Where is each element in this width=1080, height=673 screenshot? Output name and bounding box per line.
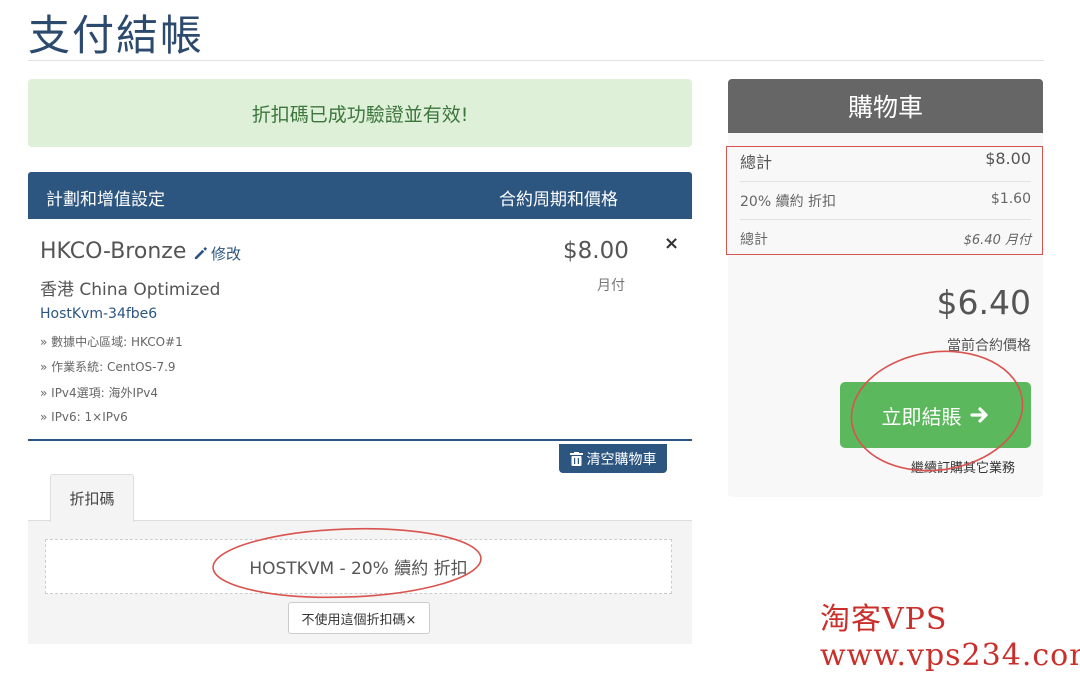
applied-promo-display: HOSTKVM - 20% 續約 折扣 (45, 539, 672, 594)
continue-shopping-link[interactable]: 繼續訂購其它業務 (840, 457, 1080, 476)
pencil-icon (194, 246, 208, 260)
plan-table-header: 計劃和增值設定 合約周期和價格 (28, 172, 692, 219)
trash-icon (569, 451, 583, 466)
config-datacenter: » 數據中心區域: HKCO#1 (40, 335, 183, 349)
config-os: » 作業系統: CentOS-7.9 (40, 360, 176, 374)
applied-promo-text: HOSTKVM - 20% 續約 折扣 (249, 559, 468, 579)
promo-tab-label: 折扣碼 (69, 490, 115, 508)
promo-success-alert: 折扣碼已成功驗證並有效! (28, 79, 692, 147)
item-divider (28, 439, 692, 441)
remove-promo-button[interactable]: 不使用這個折扣碼× (288, 602, 430, 634)
product-group: 香港 China Optimized (40, 280, 221, 300)
edit-item-link[interactable]: 修改 (193, 243, 241, 264)
remove-promo-label: 不使用這個折扣碼× (301, 612, 417, 628)
header-cycle-price: 合約周期和價格 (499, 190, 618, 210)
config-ipv4: » IPv4選項: 海外IPv4 (40, 386, 159, 400)
title-divider (28, 60, 1044, 61)
checkout-label: 立即結賬 (881, 404, 962, 429)
edit-label: 修改 (211, 245, 242, 263)
item-billing-cycle: 月付 (597, 278, 625, 294)
site-watermark: 淘客VPS www.vps234.com (820, 602, 1080, 673)
cart-title: 購物車 (728, 79, 1043, 133)
service-hostname: HostKvm-34fbe6 (40, 306, 158, 322)
total-due-caption: 當前合約價格 (947, 338, 1031, 354)
checkout-button[interactable]: 立即結賬 (840, 382, 1031, 448)
page-title: 支付結帳 (28, 11, 205, 60)
config-ipv6: » IPv6: 1×IPv6 (40, 410, 128, 424)
remove-item-close-icon[interactable]: × (664, 233, 679, 254)
summary-highlight-box (726, 146, 1043, 255)
item-price: $8.00 (563, 238, 629, 264)
cart-title-text: 購物車 (847, 93, 923, 122)
total-due-amount: $6.40 (936, 283, 1031, 322)
product-name: HKCO-Bronze (40, 239, 187, 264)
empty-cart-label: 清空購物車 (586, 451, 657, 468)
arrow-right-icon (969, 407, 988, 423)
empty-cart-button[interactable]: 清空購物車 (559, 444, 667, 473)
promo-success-text: 折扣碼已成功驗證並有效! (251, 103, 469, 126)
tab-promo-code[interactable]: 折扣碼 (50, 474, 134, 522)
header-plan-addons: 計劃和增值設定 (46, 190, 165, 210)
